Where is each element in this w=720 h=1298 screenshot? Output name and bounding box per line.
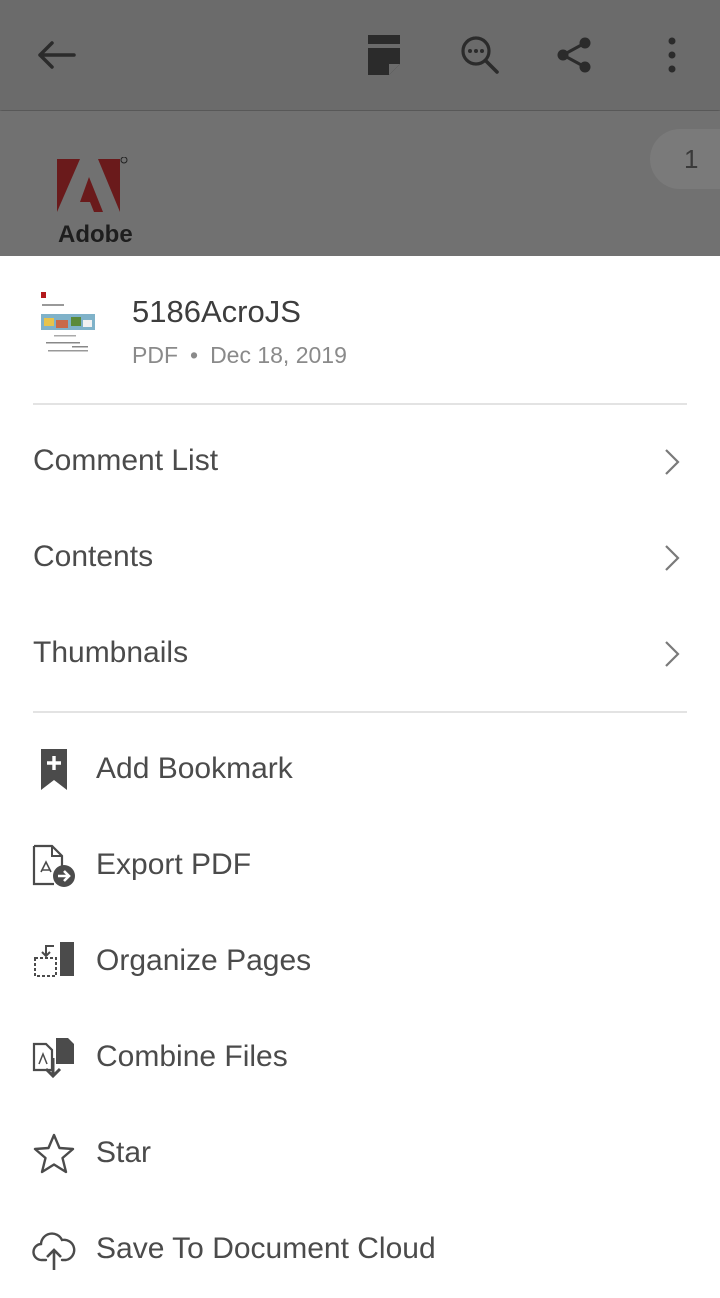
file-info-header: 5186AcroJS PDF • Dec 18, 2019 xyxy=(0,256,720,404)
combine-files-icon xyxy=(32,1038,74,1079)
organize-pages-item[interactable]: Organize Pages xyxy=(0,914,720,1010)
adobe-logo: Adobe xyxy=(50,156,140,256)
combine-files-item[interactable]: Combine Files xyxy=(0,1010,720,1106)
bookmark-add-icon xyxy=(41,749,67,790)
comment-list-label: Comment List xyxy=(33,444,219,477)
view-mode-icon[interactable] xyxy=(354,25,414,85)
export-pdf-label: Export PDF xyxy=(96,848,252,881)
export-pdf-item[interactable]: Export PDF xyxy=(0,818,720,914)
save-to-document-cloud-item[interactable]: Save To Document Cloud xyxy=(0,1202,720,1298)
share-icon[interactable] xyxy=(544,25,604,85)
file-date: Dec 18, 2019 xyxy=(210,342,347,368)
save-to-document-cloud-label: Save To Document Cloud xyxy=(96,1232,436,1265)
chevron-right-icon xyxy=(665,641,680,667)
file-name: 5186AcroJS xyxy=(132,294,301,329)
add-bookmark-label: Add Bookmark xyxy=(96,752,293,785)
comment-list-item[interactable]: Comment List xyxy=(0,414,720,510)
contents-item[interactable]: Contents xyxy=(0,510,720,606)
thumbnails-item[interactable]: Thumbnails xyxy=(0,606,720,702)
page-number-badge: 1 xyxy=(650,129,720,189)
document-page-preview: Adobe 1 xyxy=(0,111,720,256)
dimmed-document-background[interactable]: Adobe 1 xyxy=(0,0,720,256)
chevron-right-icon xyxy=(665,449,680,475)
top-toolbar xyxy=(0,0,720,110)
file-thumbnail xyxy=(38,290,96,356)
contents-label: Contents xyxy=(33,540,154,573)
search-icon[interactable] xyxy=(450,25,510,85)
combine-files-label: Combine Files xyxy=(96,1040,288,1073)
arrow-left-icon[interactable] xyxy=(26,25,86,85)
file-meta: PDF • Dec 18, 2019 xyxy=(132,342,347,369)
document-options-sheet: 5186AcroJS PDF • Dec 18, 2019 Comment List… xyxy=(0,256,720,1280)
star-label: Star xyxy=(96,1136,152,1169)
file-type: PDF xyxy=(132,342,178,368)
cloud-upload-icon xyxy=(32,1232,76,1270)
star-item[interactable]: Star xyxy=(0,1106,720,1202)
thumbnails-label: Thumbnails xyxy=(33,636,189,669)
chevron-right-icon xyxy=(665,545,680,571)
adobe-logo-text: Adobe xyxy=(58,221,133,248)
organize-pages-label: Organize Pages xyxy=(96,944,312,977)
add-bookmark-item[interactable]: Add Bookmark xyxy=(0,722,720,818)
divider xyxy=(33,403,687,405)
divider xyxy=(33,711,687,713)
separator-dot: • xyxy=(190,342,199,368)
star-icon xyxy=(33,1133,75,1174)
more-vert-icon[interactable] xyxy=(642,25,702,85)
organize-pages-icon xyxy=(34,942,74,977)
export-pdf-icon xyxy=(32,844,75,887)
